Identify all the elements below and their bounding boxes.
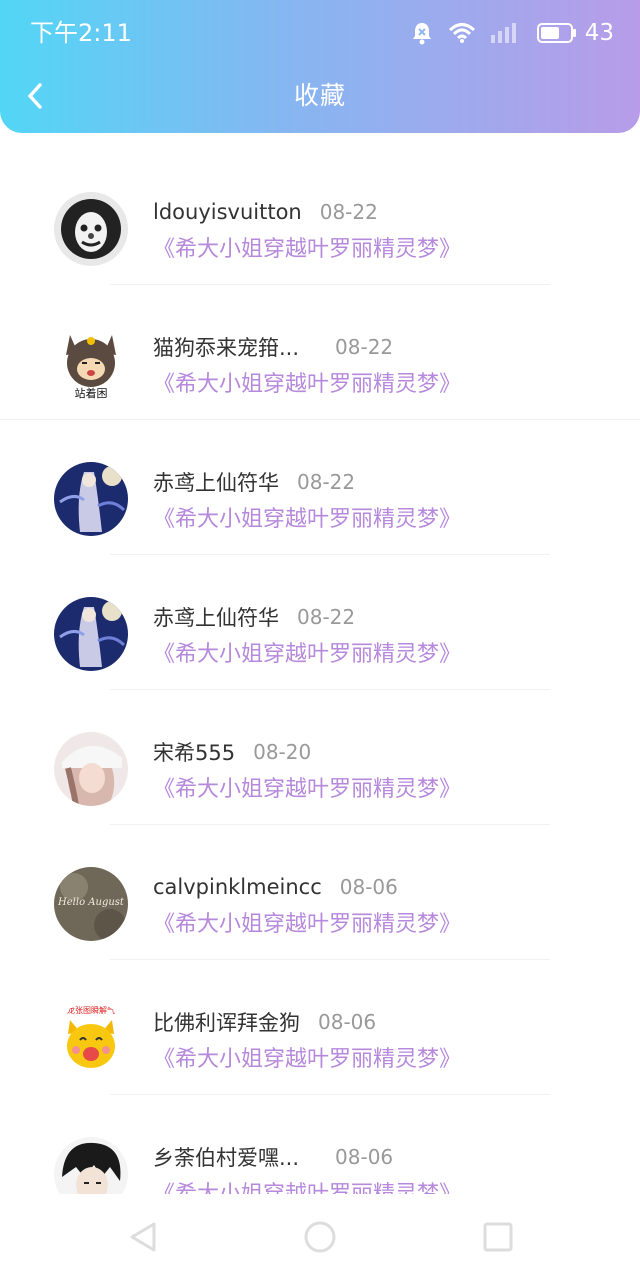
battery-icon	[536, 23, 577, 43]
item-date: 08-22	[335, 335, 394, 359]
nav-bar: 收藏	[0, 66, 640, 126]
item-date: 08-22	[297, 470, 356, 494]
avatar[interactable]: Hello August	[54, 867, 128, 941]
list-item[interactable]: 乡荼伯村爱嘿... 08-06 《希大小姐穿越叶罗丽精灵梦》	[0, 1095, 640, 1194]
list-item[interactable]: ldouyisvuitton 08-22 《希大小姐穿越叶罗丽精灵梦》	[0, 150, 640, 285]
system-nav-bar	[0, 1194, 640, 1280]
favorites-list[interactable]: ldouyisvuitton 08-22 《希大小姐穿越叶罗丽精灵梦》 站着困 …	[0, 150, 640, 1194]
user-name[interactable]: 比佛利诨拜金狗	[153, 1007, 300, 1037]
avatar[interactable]	[54, 597, 128, 671]
user-name[interactable]: ldouyisvuitton	[153, 200, 302, 224]
avatar-caption: 龙张图瞬解气	[67, 1005, 115, 1015]
battery-level: 43	[584, 20, 614, 46]
home-circle-icon	[304, 1221, 336, 1253]
recents-square-icon	[483, 1222, 513, 1252]
list-item[interactable]: 宋希555 08-20 《希大小姐穿越叶罗丽精灵梦》	[0, 690, 640, 825]
header: 下午2:11 43 收藏	[0, 0, 640, 133]
list-item[interactable]: Hello August calvpinklmeincc 08-06 《希大小姐…	[0, 825, 640, 960]
item-date: 08-20	[253, 740, 312, 764]
avatar-caption: 站着困	[75, 386, 108, 400]
back-triangle-icon	[130, 1222, 156, 1252]
wifi-icon	[448, 22, 475, 44]
book-title[interactable]: 《希大小姐穿越叶罗丽精灵梦》	[153, 639, 461, 671]
user-name[interactable]: 赤鸢上仙符华	[153, 602, 279, 632]
user-name[interactable]: 乡荼伯村爱嘿...	[153, 1142, 299, 1172]
avatar-caption: Hello August	[57, 897, 125, 908]
avatar[interactable]	[54, 1137, 128, 1194]
bell-mute-icon	[411, 21, 433, 45]
list-item[interactable]: 龙张图瞬解气 比佛利诨拜金狗 08-06 《希大小姐穿越叶罗丽精灵梦》	[0, 960, 640, 1095]
avatar[interactable]	[54, 732, 128, 806]
list-item[interactable]: 赤鸢上仙符华 08-22 《希大小姐穿越叶罗丽精灵梦》	[0, 420, 640, 555]
item-date: 08-06	[318, 1010, 377, 1034]
user-name[interactable]: 赤鸢上仙符华	[153, 467, 279, 497]
book-title[interactable]: 《希大小姐穿越叶罗丽精灵梦》	[153, 504, 461, 536]
book-title[interactable]: 《希大小姐穿越叶罗丽精灵梦》	[153, 774, 461, 806]
book-title[interactable]: 《希大小姐穿越叶罗丽精灵梦》	[153, 369, 461, 401]
avatar[interactable]: 龙张图瞬解气	[54, 1002, 128, 1076]
page-title: 收藏	[293, 81, 346, 110]
nav-home-button[interactable]	[303, 1220, 337, 1254]
nav-recents-button[interactable]	[481, 1220, 515, 1254]
item-date: 08-06	[339, 875, 398, 899]
book-title[interactable]: 《希大小姐穿越叶罗丽精灵梦》	[153, 1044, 461, 1076]
list-item[interactable]: 赤鸢上仙符华 08-22 《希大小姐穿越叶罗丽精灵梦》	[0, 555, 640, 690]
user-name[interactable]: calvpinklmeincc	[153, 875, 322, 899]
status-bar: 下午2:11 43	[0, 0, 640, 66]
book-title[interactable]: 《希大小姐穿越叶罗丽精灵梦》	[153, 234, 461, 266]
user-name[interactable]: 宋希555	[153, 737, 235, 767]
item-date: 08-22	[319, 200, 378, 224]
signal-icon	[490, 23, 521, 43]
book-title[interactable]: 《希大小姐穿越叶罗丽精灵梦》	[153, 909, 461, 941]
avatar[interactable]	[54, 462, 128, 536]
item-date: 08-22	[297, 605, 356, 629]
nav-back-button[interactable]	[126, 1220, 160, 1254]
user-name[interactable]: 猫狗忝来宠箝...	[153, 332, 299, 362]
avatar[interactable]: 站着困	[54, 327, 128, 401]
status-time: 下午2:11	[30, 19, 132, 47]
list-item[interactable]: 站着困 猫狗忝来宠箝... 08-22 《希大小姐穿越叶罗丽精灵梦》	[0, 285, 640, 420]
book-title[interactable]: 《希大小姐穿越叶罗丽精灵梦》	[153, 1179, 461, 1194]
avatar[interactable]	[54, 192, 128, 266]
item-date: 08-06	[335, 1145, 394, 1169]
status-icons: 43	[395, 18, 614, 48]
